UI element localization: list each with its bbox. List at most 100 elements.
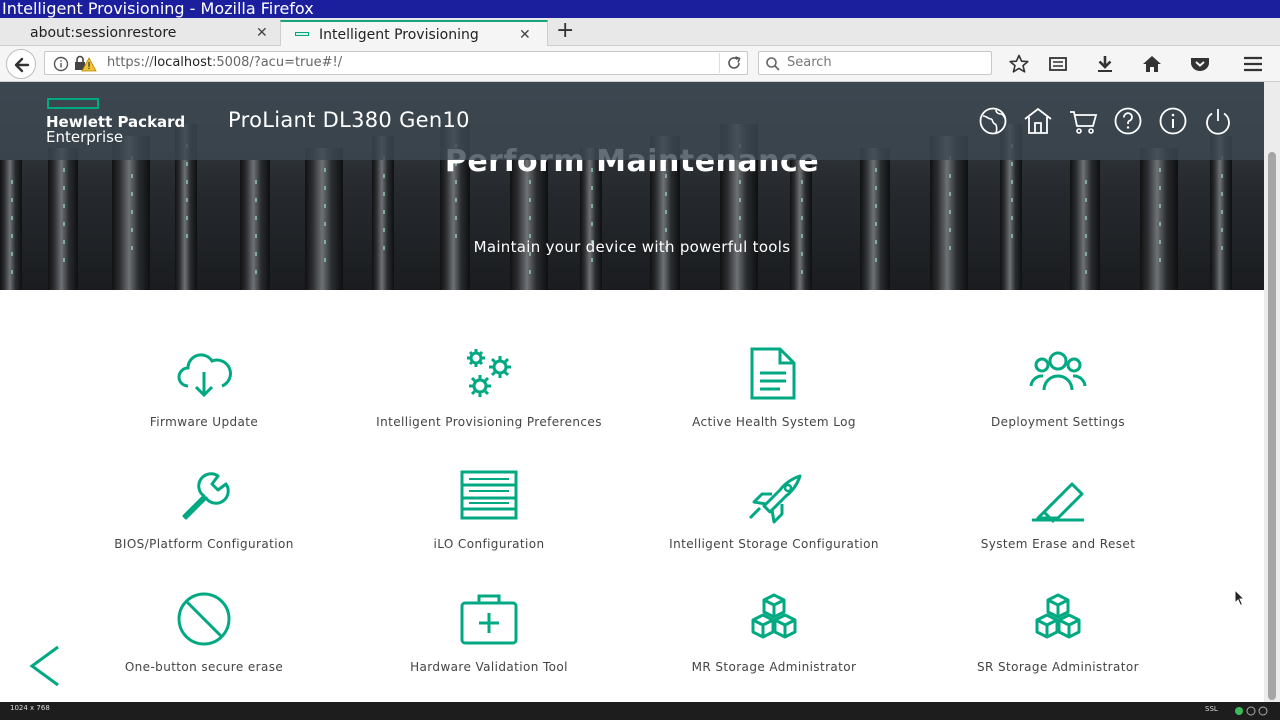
back-arrow-icon [14, 57, 30, 73]
system-status-bar: 1024 x 768 SSL [0, 702, 1280, 720]
rack-led [324, 258, 326, 262]
gears-icon [467, 349, 511, 397]
tile-mr-storage-administrator[interactable]: MR Storage Administrator [634, 591, 914, 701]
rack-led [255, 270, 257, 274]
rack-led [739, 180, 741, 184]
rack-led [529, 216, 531, 220]
search-input[interactable]: Search [787, 52, 832, 74]
rack-led [186, 216, 188, 220]
rack-led [875, 222, 877, 226]
product-name: ProLiant DL380 Gen10 [228, 108, 470, 132]
tile-label: MR Storage Administrator [691, 660, 857, 674]
rack-led [1221, 210, 1223, 214]
tile-ilo-configuration[interactable]: iLO Configuration [349, 468, 629, 578]
rack-led [11, 180, 13, 184]
search-icon [766, 57, 780, 71]
rack-led [665, 192, 667, 196]
tile-label: Active Health System Log [692, 415, 856, 429]
rack-led [1159, 186, 1161, 190]
server-rack [510, 160, 548, 290]
rack-led [131, 192, 133, 196]
rack-led [186, 180, 188, 184]
tile-system-erase-and-reset[interactable]: System Erase and Reset [918, 468, 1198, 578]
previous-arrow-icon[interactable] [28, 644, 62, 688]
pocket-icon[interactable] [1189, 54, 1211, 74]
resolution-text: 1024 x 768 [10, 704, 50, 712]
insecure-lock-icon[interactable] [73, 55, 97, 73]
tile-intelligent-provisioning-preferences[interactable]: Intelligent Provisioning Preferences [349, 346, 629, 456]
cart-icon[interactable] [1068, 106, 1098, 136]
reload-button[interactable] [719, 53, 747, 73]
rack-led [324, 204, 326, 208]
server-rack [790, 160, 812, 290]
language-icon[interactable] [978, 106, 1008, 136]
rack-led [324, 222, 326, 226]
rack-led [591, 204, 593, 208]
rack-led [383, 228, 385, 232]
tile-deployment-settings[interactable]: Deployment Settings [918, 346, 1198, 456]
url-host: localhost [153, 55, 212, 70]
scrollbar-thumb[interactable] [1268, 152, 1276, 700]
tile-sr-storage-administrator[interactable]: SR Storage Administrator [918, 591, 1198, 701]
rack-led [529, 270, 531, 274]
page-scrollbar[interactable] [1264, 82, 1280, 702]
tile-intelligent-storage-configuration[interactable]: Intelligent Storage Configuration [634, 468, 914, 578]
rack-led [949, 228, 951, 232]
bookmark-star-icon[interactable] [1008, 54, 1030, 74]
tab-sessionrestore[interactable]: about:sessionrestore ✕ [0, 20, 278, 46]
eraser-icon [1032, 482, 1084, 524]
tile-one-button-secure-erase[interactable]: One-button secure erase [64, 591, 344, 701]
rack-led [455, 198, 457, 202]
rack-led [186, 198, 188, 202]
search-bar[interactable]: Search [758, 51, 992, 75]
tile-label: Intelligent Storage Configuration [669, 537, 879, 551]
rack-led [131, 210, 133, 214]
menu-icon[interactable] [1242, 54, 1264, 74]
new-tab-button[interactable]: + [556, 18, 574, 44]
rack-led [875, 258, 877, 262]
rocket-icon [748, 474, 802, 524]
tile-label: SR Storage Administrator [977, 660, 1139, 674]
page-content: Perform Maintenance Maintain your device… [0, 82, 1264, 702]
tile-firmware-update[interactable]: Firmware Update [64, 346, 344, 456]
reading-list-icon[interactable] [1047, 54, 1069, 74]
navigation-bar: https://localhost:5008/?acu=true#!/ Sear… [0, 46, 1280, 82]
cloud-download-icon [177, 353, 232, 398]
url-bar[interactable]: https://localhost:5008/?acu=true#!/ [44, 51, 748, 75]
download-icon[interactable] [1094, 54, 1116, 74]
tile-label: BIOS/Platform Configuration [114, 537, 294, 551]
tab-favicon-icon [295, 32, 309, 36]
info-icon[interactable] [53, 56, 69, 72]
server-rack [1070, 160, 1100, 290]
rack-led [255, 198, 257, 202]
tab-label: about:sessionrestore [30, 25, 177, 41]
rack-led [63, 186, 65, 190]
rack-led [255, 216, 257, 220]
tile-active-health-system-log[interactable]: Active Health System Log [634, 346, 914, 456]
tile-label: Hardware Validation Tool [410, 660, 568, 674]
group-icon [1029, 351, 1087, 391]
rack-led [455, 180, 457, 184]
home-icon[interactable] [1141, 54, 1163, 74]
back-button[interactable] [6, 49, 36, 79]
tab-intelligent-provisioning[interactable]: Intelligent Provisioning ✕ [280, 20, 548, 46]
close-tab-icon[interactable]: ✕ [256, 20, 268, 46]
server-icon [460, 470, 518, 520]
rack-led [591, 186, 593, 190]
status-indicators-icon [1235, 706, 1268, 716]
tile-bios-platform-configuration[interactable]: BIOS/Platform Configuration [64, 468, 344, 578]
url-scheme: https:// [107, 55, 154, 70]
rack-led [875, 186, 877, 190]
rack-led [383, 210, 385, 214]
help-icon[interactable] [1113, 106, 1143, 136]
rack-led [1011, 198, 1013, 202]
close-tab-icon[interactable]: ✕ [519, 22, 531, 48]
power-icon[interactable] [1203, 106, 1233, 136]
rack-led [801, 198, 803, 202]
reload-icon [728, 56, 741, 69]
tile-hardware-validation-tool[interactable]: Hardware Validation Tool [349, 591, 629, 701]
home-icon[interactable] [1023, 106, 1053, 136]
info-icon[interactable] [1158, 106, 1188, 136]
hpe-header: Hewlett Packard Enterprise ProLiant DL38… [0, 82, 1264, 160]
rack-led [1159, 258, 1161, 262]
